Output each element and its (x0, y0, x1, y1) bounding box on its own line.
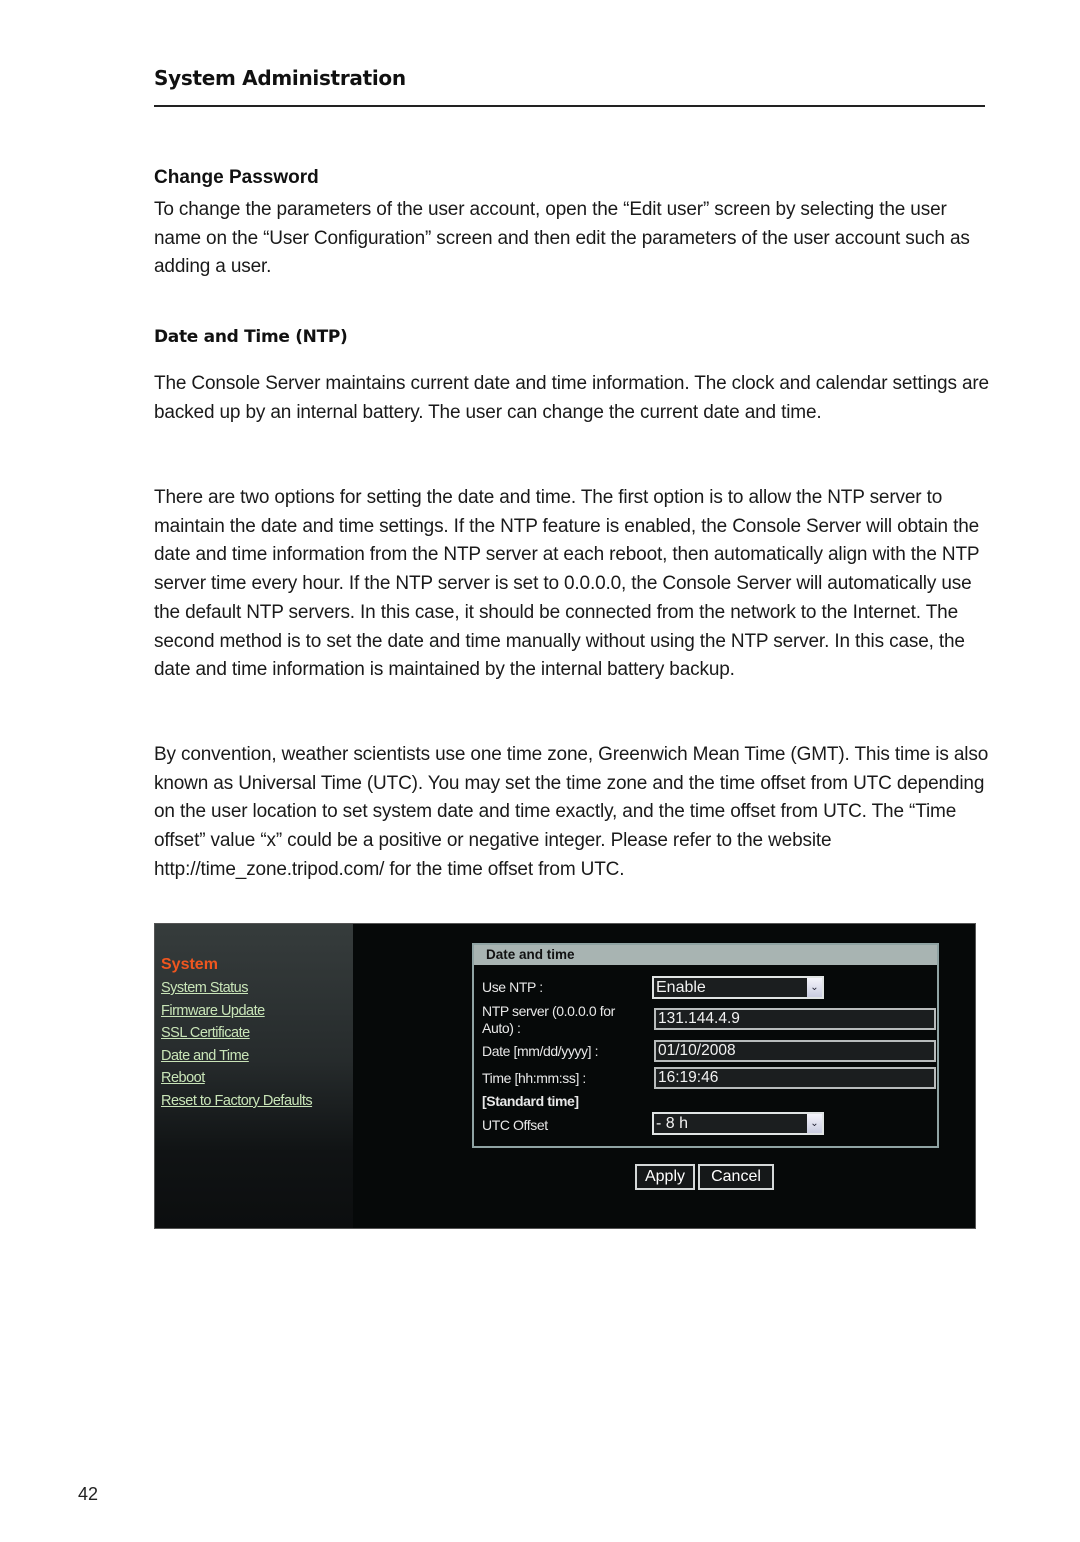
time-label: Time [hh:mm:ss] : (482, 1070, 586, 1086)
standard-time-label: [Standard time] (482, 1093, 579, 1109)
sidebar-link-reboot[interactable]: Reboot (161, 1067, 312, 1090)
utc-offset-value: - 8 h (656, 1115, 689, 1132)
ntp-server-label-line2: Auto) : (482, 1020, 521, 1036)
sidebar-link-ssl-certificate[interactable]: SSL Certificate (161, 1022, 312, 1045)
change-password-heading: Change Password (154, 167, 319, 188)
ntp-paragraph-2: There are two options for setting the da… (154, 487, 980, 681)
utc-offset-label: UTC Offset (482, 1117, 548, 1133)
apply-button[interactable]: Apply (635, 1164, 695, 1190)
ntp-paragraph-3: By convention, weather scientists use on… (154, 744, 989, 880)
use-ntp-select[interactable]: Enable ⌄ (652, 976, 824, 999)
sidebar-link-firmware-update[interactable]: Firmware Update (161, 1000, 312, 1023)
sidebar-link-reset-factory-defaults[interactable]: Reset to Factory Defaults (161, 1090, 313, 1113)
page-number: 42 (78, 1484, 99, 1504)
screenshot-sidebar: System System Status Firmware Update SSL… (155, 924, 353, 1228)
use-ntp-label: Use NTP : (482, 979, 543, 995)
header-rule (154, 105, 985, 107)
date-time-screenshot: System System Status Firmware Update SSL… (154, 923, 976, 1229)
sidebar-title: System (161, 956, 218, 973)
chevron-down-icon[interactable]: ⌄ (807, 978, 822, 997)
sidebar-links: System Status Firmware Update SSL Certif… (161, 977, 313, 1113)
cancel-button[interactable]: Cancel (698, 1164, 774, 1190)
date-input[interactable]: 01/10/2008 (654, 1040, 936, 1062)
section-title: System Administration (154, 66, 406, 90)
ntp-server-input[interactable]: 131.144.4.9 (654, 1008, 936, 1030)
panel-title: Date and time (474, 945, 937, 965)
date-label: Date [mm/dd/yyyy] : (482, 1043, 599, 1059)
chevron-down-icon[interactable]: ⌄ (807, 1114, 822, 1133)
use-ntp-value: Enable (656, 979, 706, 996)
time-input[interactable]: 16:19:46 (654, 1067, 936, 1089)
utc-offset-select[interactable]: - 8 h ⌄ (652, 1112, 824, 1135)
date-time-panel: Date and time Use NTP : Enable ⌄ NTP ser… (472, 943, 939, 1148)
sidebar-link-system-status[interactable]: System Status (161, 977, 312, 1000)
ntp-server-label-line1: NTP server (0.0.0.0 for (482, 1003, 615, 1019)
ntp-heading: Date and Time (NTP) (154, 327, 348, 347)
ntp-paragraph-1: The Console Server maintains current dat… (154, 373, 989, 423)
change-password-body: To change the parameters of the user acc… (154, 199, 970, 278)
sidebar-link-date-and-time[interactable]: Date and Time (161, 1045, 312, 1068)
